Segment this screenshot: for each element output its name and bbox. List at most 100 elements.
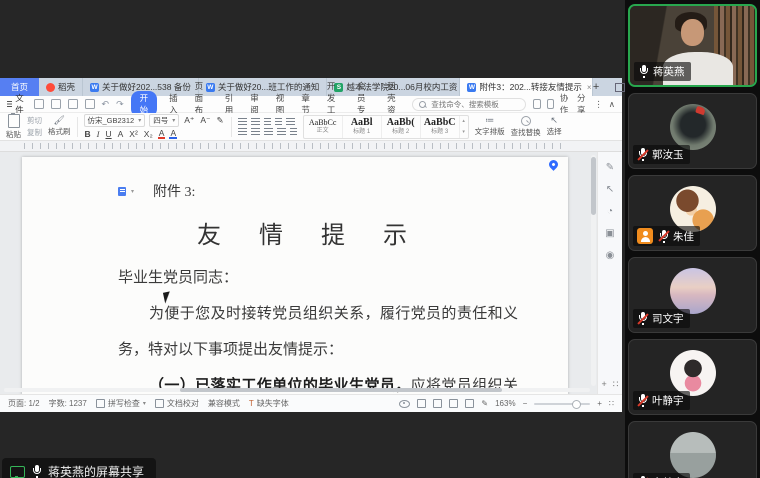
undo-icon[interactable]: ↶ [102,99,110,110]
fullscreen-icon[interactable]: ∷ [609,399,614,408]
outline-view-icon[interactable] [449,399,458,408]
font-color-button[interactable]: A [169,129,177,139]
document-page[interactable]: ▾ 附件 3: 友 情 提 示 毕业生党员同志：为便于您及时接转党员组织关系，履… [22,157,568,394]
participant-tile-4[interactable]: 叶静宇 [628,339,757,415]
style-2[interactable]: AaBb(标题 2 [382,116,421,138]
bold-button[interactable]: B [84,129,92,139]
settings-icon[interactable]: ◉ [606,250,615,261]
cut-button[interactable]: 剪切 [27,115,42,126]
font-name-select[interactable]: 仿宋_GB2312▾ [84,114,146,127]
style-1[interactable]: AaBl标题 1 [343,116,382,138]
page-view-icon[interactable] [417,399,426,408]
collapse-ribbon-icon[interactable]: ∧ [609,99,615,110]
shrink-font-button[interactable]: A⁻ [199,115,211,126]
zoom-in-button[interactable]: + [597,399,602,408]
grow-font-button[interactable]: A⁺ [183,115,195,126]
page-indicator: 页面: 1/2 [8,398,40,409]
compat-mode-label: 兼容模式 [208,398,240,409]
participants-sidebar[interactable]: 蒋英燕郭汝玉朱佳司文宇叶静宇富梦真 [625,0,760,478]
copy-button[interactable]: 复制 [27,127,42,138]
bookmark-caret: ▾ [131,188,134,195]
horizontal-scrollbar[interactable] [4,388,590,392]
more-menu-icon[interactable]: ⋮ [594,99,603,110]
window-tab-1[interactable]: 稻壳 [39,78,83,96]
zoom-out-button[interactable]: − [523,399,528,408]
word-count[interactable]: 字数: 1237 [49,398,87,409]
line-spacing-icon[interactable] [286,118,295,125]
highlight-color-button[interactable]: A [158,129,166,139]
meeting-window: 首页稻壳W关于做好202...538 备份W关于做好20...班工作的通知S越本… [0,0,760,478]
italic-button[interactable]: I [96,129,101,139]
paste-label: 粘贴 [6,129,21,140]
number-list-icon[interactable] [251,118,260,125]
timer-icon[interactable]: ◔ [607,206,613,217]
participant-name: 郭汝玉 [652,147,684,162]
print-icon[interactable] [51,99,61,109]
participant-name: 朱佳 [673,229,694,244]
participant-namebar: 蒋英燕 [634,62,691,81]
vertical-scrollbar[interactable] [591,155,596,386]
wps-window: 首页稻壳W关于做好202...538 备份W关于做好20...班工作的通知S越本… [0,78,622,412]
zoom-level[interactable]: 163% [495,399,515,408]
text-effects-icon[interactable]: ✎ [216,115,225,126]
missing-font-icon: T [249,399,254,408]
superscript-button[interactable]: X² [128,129,139,139]
participant-tile-3[interactable]: 司文宇 [628,257,757,333]
style-gallery-scroll[interactable]: ▴▾ [460,116,468,138]
style-0[interactable]: AaBbCc正文 [304,116,343,138]
typeset-button[interactable]: ≔ 文字排版 [475,116,505,137]
search-input[interactable] [429,99,519,110]
underline-button[interactable]: U [104,129,112,139]
participant-namebar: 朱佳 [633,226,700,246]
search-icon [419,101,426,108]
missing-font-button[interactable]: T 缺失字体 [249,398,289,409]
collab-icon[interactable] [547,99,554,109]
participant-tile-1[interactable]: 郭汝玉 [628,93,757,169]
expand-icon[interactable]: ∷ [613,379,619,390]
style-3[interactable]: AaBbC标题 3 [421,116,460,138]
redo-icon[interactable]: ↷ [116,99,124,110]
justify-icon[interactable] [277,128,286,135]
horizontal-ruler[interactable] [0,141,622,152]
web-view-icon[interactable] [433,399,442,408]
participant-name: 司文宇 [652,311,684,326]
find-replace-button[interactable]: 查找替换 [511,116,541,138]
format-painter-button[interactable]: 🖌 格式刷 [48,116,71,137]
command-search[interactable] [412,98,526,111]
cloud-sync-icon[interactable] [533,99,540,109]
eye-protect-icon[interactable] [399,400,410,408]
read-view-icon[interactable] [465,399,474,408]
zoom-plus-icon[interactable]: + [602,379,607,390]
subscript-button[interactable]: X₂ [143,129,154,139]
annotate-pen-icon[interactable]: ✎ [606,162,614,173]
select-tool-icon[interactable]: ↖ [606,184,614,195]
proofread-toggle[interactable]: 文档校对 [155,398,199,409]
strikethrough-button[interactable]: A [117,129,125,139]
mic-muted-icon [637,394,648,407]
participant-tile-2[interactable]: 朱佳 [628,175,757,251]
banner-mic-icon [31,465,42,478]
print-preview-icon[interactable] [68,99,78,109]
layout-icon[interactable] [615,83,625,92]
participant-name: 叶静宇 [652,393,684,408]
participant-tile-0[interactable]: 蒋英燕 [628,4,757,87]
indent-icon[interactable] [275,118,282,125]
export-icon[interactable] [85,99,95,109]
spell-check-toggle[interactable]: 拼写检查▾ [96,398,146,409]
align-center-icon[interactable] [251,128,260,135]
zoom-slider[interactable] [534,403,590,405]
edit-mode-icon[interactable]: ✎ [481,399,488,408]
font-size-select[interactable]: 四号▾ [149,114,179,127]
align-right-icon[interactable] [264,128,273,135]
participant-tile-5[interactable]: 富梦真 [628,421,757,478]
bullet-list-icon[interactable] [238,118,247,125]
save-icon[interactable] [34,99,44,109]
participant-namebar: 富梦真 [633,473,690,478]
align-left-icon[interactable] [238,128,247,135]
proof-icon[interactable]: ▣ [605,228,614,239]
outdent-icon[interactable] [264,118,271,125]
select-button[interactable]: ↖ 选择 [547,116,562,137]
paste-button[interactable]: 粘贴 [6,114,21,140]
shading-icon[interactable] [290,128,297,135]
revision-bookmark-icon[interactable] [118,187,126,196]
